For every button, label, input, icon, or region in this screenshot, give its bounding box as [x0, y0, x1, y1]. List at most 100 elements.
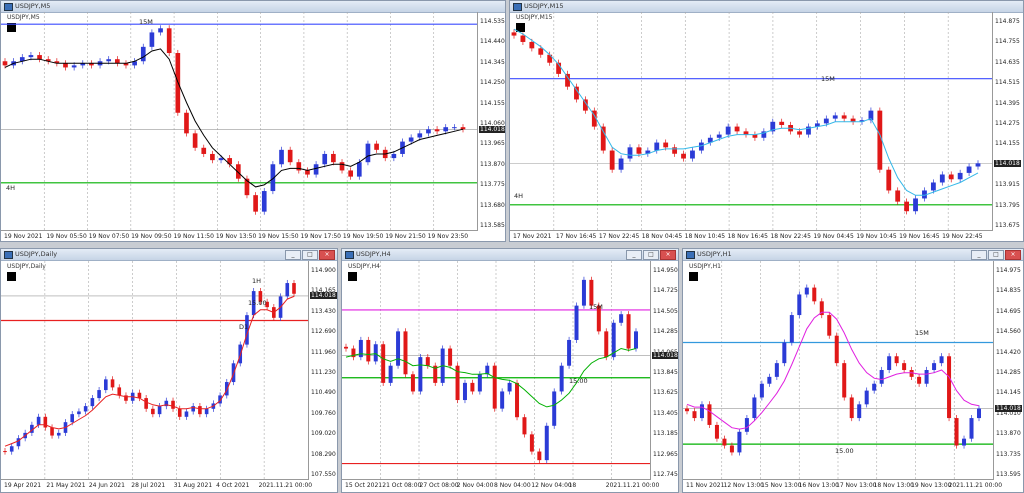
- candle-body: [832, 115, 838, 119]
- candle-body: [356, 162, 362, 177]
- window-titlebar[interactable]: USDJPY,Daily _ □ ×: [1, 249, 337, 261]
- candle-body: [864, 390, 869, 405]
- y-tick-label: 107.550: [311, 471, 336, 478]
- candle-body: [886, 169, 892, 191]
- y-tick-label: 114.515: [995, 79, 1020, 87]
- y-tick-label: 113.915: [995, 181, 1020, 189]
- y-tick-label: 114.505: [653, 307, 678, 315]
- candle-body: [492, 365, 497, 409]
- candle-body: [930, 182, 936, 191]
- x-tick-label: 12 Nov 13:00: [723, 482, 764, 489]
- candle-body: [28, 55, 34, 58]
- y-axis: 114.975 114.835 114.695 114.560 114.420 114.2…: [995, 261, 1023, 479]
- x-tick-label: 18 Nov 04:45: [641, 233, 683, 240]
- candle-body: [904, 201, 910, 212]
- x-axis: 19 Nov 2021 19 Nov 05:50 19 Nov 07:50 19 No…: [1, 231, 477, 241]
- candle-body: [797, 131, 802, 135]
- x-tick-label: 17 Nov 16:45: [555, 233, 597, 240]
- candle-body: [842, 363, 847, 398]
- candle-body: [391, 153, 397, 159]
- candle-body: [37, 55, 42, 60]
- candle-body: [511, 32, 517, 36]
- plot-area[interactable]: USDJPY,M15 15M 4H: [510, 12, 993, 231]
- x-tick-label: 19 Nov 10:45: [856, 233, 897, 240]
- chart-window-icon: [4, 251, 13, 259]
- chart-window-daily[interactable]: USDJPY,Daily _ □ × USDJPY,Daily 1H 15.00 D…: [0, 248, 338, 493]
- maximize-button[interactable]: □: [988, 250, 1004, 260]
- y-tick-label: 113.185: [653, 430, 678, 438]
- chart-window-h1[interactable]: USDJPY,H1 _ □ × USDJPY,H1 15M 15.00 114.97…: [682, 248, 1024, 493]
- candle-body: [396, 331, 401, 366]
- close-button[interactable]: ×: [660, 250, 676, 260]
- y-tick-label: 114.420: [996, 348, 1021, 356]
- candle-body: [537, 451, 542, 461]
- candle-body: [627, 147, 633, 159]
- y-tick-label: 114.275: [995, 120, 1020, 127]
- y-tick-label: 113.795: [995, 201, 1020, 209]
- candle-body: [279, 149, 284, 165]
- candle-body: [348, 170, 353, 177]
- candle-body: [879, 370, 884, 384]
- candle-body: [529, 41, 535, 49]
- candle-body: [140, 46, 146, 62]
- chart-window-h4[interactable]: USDJPY,H4 _ □ × USDJPY,H4 15M 15.00 114.95…: [341, 248, 679, 493]
- candle-body: [894, 356, 899, 364]
- candle-body: [366, 339, 371, 362]
- candle-body: [589, 279, 594, 306]
- plot-area[interactable]: USDJPY,H4 15M 15.00: [342, 261, 651, 480]
- candle-body: [976, 408, 982, 419]
- maximize-button[interactable]: □: [643, 250, 659, 260]
- candle-body: [872, 383, 877, 391]
- candle-body: [522, 417, 527, 435]
- candle-body: [902, 363, 907, 370]
- candle-body: [913, 198, 918, 212]
- plot-area[interactable]: USDJPY,H1 15M 15.00: [683, 261, 994, 480]
- candle-body: [604, 331, 609, 358]
- y-tick-label: 114.155: [995, 140, 1020, 148]
- y-tick-label: 113.625: [653, 389, 678, 397]
- minimize-button[interactable]: _: [626, 250, 642, 260]
- timeframe-annotation: 15M: [915, 329, 929, 337]
- minimize-button[interactable]: _: [971, 250, 987, 260]
- candle-body: [500, 391, 505, 409]
- candle-body: [90, 398, 95, 407]
- candle-body: [692, 411, 697, 419]
- x-tick-label: 19 Nov 23:50: [427, 233, 469, 240]
- y-tick-label: 114.345: [480, 58, 505, 66]
- candle-body: [177, 408, 182, 417]
- plot-area[interactable]: USDJPY,Daily 1H 15.00 D1: [1, 261, 309, 480]
- candle-body: [408, 137, 414, 142]
- window-titlebar[interactable]: USDJPY,H1 _ □ ×: [683, 249, 1023, 261]
- candle-body: [600, 126, 606, 151]
- plot-area[interactable]: USDJPY,M5 15M 4H: [1, 12, 478, 231]
- candle-body: [544, 425, 549, 461]
- candle-body: [672, 147, 678, 154]
- chart-window-m15[interactable]: USDJPY,M15 USDJPY,M15 15M 4H 114.875 114.…: [509, 0, 1024, 242]
- chart-window-m5[interactable]: USDJPY,M5 USDJPY,M5 15M 4H 114.535 114.44…: [0, 0, 506, 242]
- candle-body: [559, 365, 564, 392]
- window-titlebar[interactable]: USDJPY,H4 _ □ ×: [342, 249, 678, 261]
- candle-body: [684, 408, 690, 412]
- x-tick-label: 18 Nov 22:45: [770, 233, 811, 240]
- y-tick-label: 114.755: [995, 38, 1020, 46]
- minimize-button[interactable]: _: [285, 250, 301, 260]
- close-button[interactable]: ×: [1005, 250, 1021, 260]
- window-title: USDJPY,H4: [356, 250, 391, 258]
- candle-body: [204, 408, 209, 415]
- y-tick-label: 111.230: [311, 369, 336, 376]
- x-tick-label: 18 Nov 13:00: [873, 482, 914, 489]
- candle-body: [714, 424, 719, 439]
- x-axis: 11 Nov 2021 12 Nov 13:00 15 Nov 13:00 16 No…: [683, 480, 1002, 492]
- candle-body: [305, 170, 310, 175]
- close-button[interactable]: ×: [319, 250, 335, 260]
- y-tick-label: 113.675: [995, 222, 1020, 229]
- x-tick-label: 18: [568, 482, 577, 489]
- x-axis: 15 Oct 2021 21 Oct 08:00 27 Oct 08:00 2 Nov…: [342, 480, 659, 492]
- y-tick-label: 113.845: [653, 369, 678, 376]
- x-tick-label: 19 Nov 11:50: [173, 233, 214, 240]
- x-tick-label: 18 Nov 10:45: [684, 233, 726, 240]
- candle-body: [313, 164, 319, 175]
- moving-average-line: [513, 28, 979, 196]
- maximize-button[interactable]: □: [302, 250, 318, 260]
- x-tick-label: 18 Nov 16:45: [727, 233, 768, 240]
